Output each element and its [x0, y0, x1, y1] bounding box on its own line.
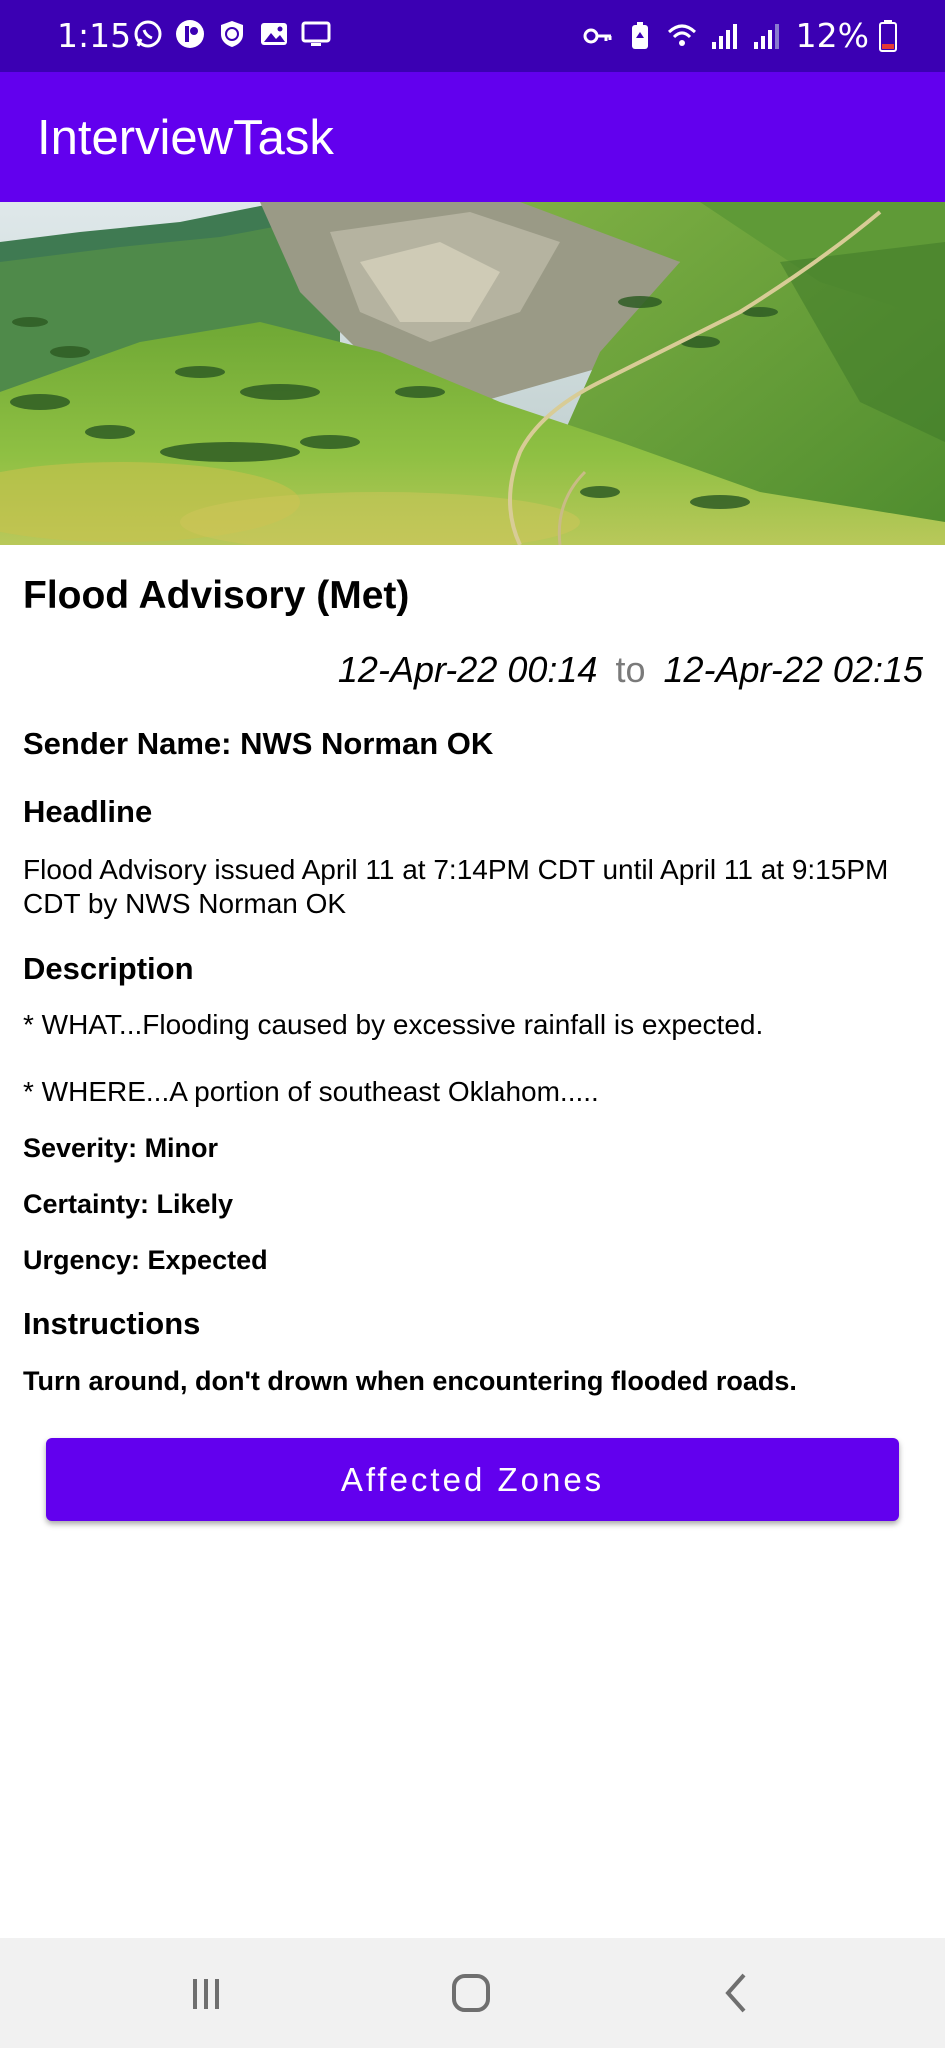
app-title: InterviewTask: [37, 111, 334, 165]
alert-title: Flood Advisory (Met): [23, 574, 410, 617]
headline-text: Flood Advisory issued April 11 at 7:14PM…: [23, 854, 889, 919]
home-icon: [452, 1974, 490, 2012]
system-icons: 12%: [582, 18, 897, 54]
status-time: 1:15: [57, 16, 132, 55]
home-button[interactable]: [441, 1968, 501, 2018]
recent-apps-button[interactable]: [176, 1968, 236, 2018]
headline-label: Headline: [23, 794, 153, 829]
app-bar: InterviewTask: [0, 72, 945, 202]
instructions-text: Turn around, don't drown when encounteri…: [23, 1366, 797, 1396]
start-time: 12-Apr-22 00:14: [337, 649, 598, 690]
gallery-icon: [261, 23, 287, 45]
navigation-bar: [0, 1938, 945, 2048]
battery-icon: [879, 20, 897, 52]
recent-apps-icon: [193, 1979, 219, 2009]
landscape-image: [0, 202, 945, 545]
shield-icon: [221, 21, 243, 47]
instructions-label: Instructions: [23, 1306, 201, 1341]
severity-value: Severity: Minor: [23, 1133, 219, 1163]
signal-icon: [753, 24, 779, 49]
back-button[interactable]: [706, 1968, 766, 2018]
sender-name: Sender Name: NWS Norman OK: [23, 726, 494, 761]
description-line-2: * WHERE...A portion of southeast Oklahom…: [23, 1076, 599, 1107]
status-bar: 1:15 12%: [0, 0, 945, 72]
whatsapp-icon: [134, 20, 162, 48]
description-label: Description: [23, 951, 194, 986]
urgency-value: Urgency: Expected: [23, 1245, 268, 1275]
description-line-1: * WHAT...Flooding caused by excessive ra…: [23, 1009, 764, 1040]
certainty-value: Certainty: Likely: [23, 1189, 234, 1219]
to-label: to: [615, 649, 646, 690]
notification-icons: [132, 18, 332, 50]
end-time: 12-Apr-22 02:15: [663, 649, 923, 690]
cast-icon: [301, 21, 331, 46]
time-range: 12-Apr-22 00:14 to 12-Apr-22 02:15: [338, 649, 923, 691]
key-icon: [583, 28, 612, 44]
signal-icon: [711, 24, 737, 49]
wifi-icon: [667, 24, 696, 46]
battery-percent: 12%: [795, 16, 869, 55]
battery-saver-icon: [631, 22, 648, 49]
back-icon: [725, 1973, 746, 2013]
app-icon: [176, 20, 204, 48]
affected-zones-button[interactable]: Affected Zones: [46, 1438, 899, 1521]
